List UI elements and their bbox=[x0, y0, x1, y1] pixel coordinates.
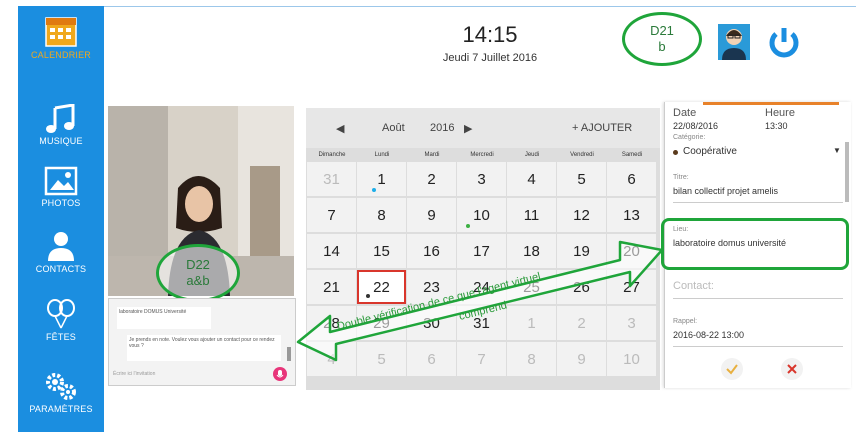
place-field[interactable]: laboratoire domus université bbox=[673, 238, 786, 248]
divider bbox=[673, 202, 843, 203]
time-label: Heure bbox=[765, 107, 795, 119]
reminder-value[interactable]: 2016-08-22 13:00 bbox=[673, 330, 744, 340]
calendar-day[interactable]: 31 bbox=[307, 162, 356, 196]
power-icon bbox=[764, 22, 804, 62]
check-icon bbox=[726, 364, 738, 375]
photo-icon bbox=[44, 166, 78, 196]
weekday-header: Dimanche bbox=[318, 152, 346, 158]
sidebar-item-photos[interactable]: PHOTOS bbox=[18, 166, 104, 208]
verification-arrow-annotation: Double vérification de ce que l'agent vi… bbox=[296, 240, 664, 362]
sidebar-item-settings[interactable]: PARAMÈTRES bbox=[18, 370, 104, 414]
annotation-d22: D22 a&b bbox=[156, 244, 240, 302]
weekday-header: Mercredi bbox=[470, 152, 494, 158]
calendar-day[interactable]: 5 bbox=[557, 162, 606, 196]
title-field[interactable]: bilan collectif projet amelis bbox=[673, 186, 778, 196]
sidebar-item-label: MUSIQUE bbox=[39, 136, 83, 146]
annotation-sublabel: b bbox=[658, 39, 666, 54]
sidebar-item-calendar[interactable]: CALENDRIER bbox=[18, 14, 104, 60]
panel-scrollbar[interactable] bbox=[845, 142, 849, 202]
calendar-day[interactable]: 1 bbox=[357, 162, 406, 196]
weekday-header: Samedi bbox=[621, 152, 643, 158]
cancel-button[interactable] bbox=[781, 358, 803, 380]
place-label: Lieu: bbox=[673, 226, 689, 233]
avatar-icon bbox=[722, 29, 746, 60]
microphone-button[interactable] bbox=[273, 367, 287, 381]
chat-panel: laboratoire DOMUS Université Je prends e… bbox=[108, 298, 296, 386]
date-value[interactable]: 22/08/2016 bbox=[673, 121, 718, 131]
calendar-year: 2016 bbox=[430, 122, 455, 134]
weekday-header: Jeudi bbox=[524, 152, 540, 158]
agent-message: laboratoire DOMUS Université bbox=[117, 307, 211, 329]
event-details-panel: Date Heure 22/08/2016 13:30 Catégorie: C… bbox=[661, 102, 851, 388]
close-icon bbox=[787, 364, 797, 374]
balloons-icon bbox=[47, 299, 75, 329]
power-button[interactable] bbox=[764, 22, 804, 62]
calendar-day[interactable]: 3 bbox=[457, 162, 506, 196]
sidebar-item-contacts[interactable]: CONTACTS bbox=[18, 230, 104, 274]
annotation-d21: D21 b bbox=[622, 12, 702, 66]
divider bbox=[673, 298, 843, 299]
time-value[interactable]: 13:30 bbox=[765, 121, 788, 131]
calendar-day[interactable]: 4 bbox=[507, 162, 556, 196]
title-label: Titre: bbox=[673, 174, 689, 181]
annotation-label: D22 bbox=[186, 257, 210, 272]
sidebar-item-label: PHOTOS bbox=[41, 198, 81, 208]
user-avatar[interactable] bbox=[718, 24, 750, 60]
weekday-header: Mardi bbox=[424, 152, 440, 158]
sidebar-item-label: PARAMÈTRES bbox=[29, 404, 93, 414]
annotation-sublabel: a&b bbox=[186, 273, 210, 288]
annotation-label: D21 bbox=[650, 23, 674, 38]
user-message: Je prends en note. Voulez vous ajouter u… bbox=[127, 335, 281, 361]
contact-field[interactable]: Contact: bbox=[673, 280, 714, 292]
sidebar-item-music[interactable]: MUSIQUE bbox=[18, 104, 104, 146]
date-label: Date bbox=[673, 107, 697, 119]
calendar-day[interactable]: 6 bbox=[607, 162, 656, 196]
next-month-button[interactable]: ▶ bbox=[464, 122, 472, 135]
gears-icon bbox=[46, 373, 76, 400]
music-note-icon bbox=[46, 104, 75, 133]
sidebar-item-parties[interactable]: FÊTES bbox=[18, 298, 104, 342]
person-icon bbox=[48, 232, 74, 261]
category-label: Catégorie: bbox=[673, 134, 706, 141]
chat-input[interactable]: Écrire ici l'invitation bbox=[113, 371, 273, 381]
prev-month-button[interactable]: ◀ bbox=[336, 122, 344, 135]
clock-date: Jeudi 7 Juillet 2016 bbox=[442, 52, 538, 64]
category-color-dot bbox=[673, 150, 678, 155]
confirm-button[interactable] bbox=[721, 358, 743, 380]
calendar-header: ◀ Août 2016 ▶ + AJOUTER bbox=[306, 108, 660, 148]
weekday-header: Lundi bbox=[374, 152, 390, 158]
calendar-month: Août bbox=[382, 122, 405, 134]
divider bbox=[673, 346, 843, 347]
weekday-header: Vendredi bbox=[570, 152, 594, 158]
sidebar-item-label: CALENDRIER bbox=[30, 50, 91, 60]
clock-time: 14:15 bbox=[462, 22, 518, 47]
sidebar-item-label: FÊTES bbox=[45, 332, 76, 342]
double-arrow-icon bbox=[296, 240, 664, 362]
category-value: Coopérative bbox=[683, 146, 737, 157]
event-dot bbox=[372, 188, 376, 192]
calendar-icon bbox=[45, 17, 77, 47]
header-divider bbox=[104, 6, 856, 7]
sidebar-item-label: CONTACTS bbox=[35, 264, 87, 274]
chevron-down-icon: ▼ bbox=[833, 146, 841, 155]
calendar-day[interactable]: 2 bbox=[407, 162, 456, 196]
panel-accent-bar bbox=[703, 102, 839, 105]
category-select[interactable]: Coopérative ▼ bbox=[673, 146, 843, 160]
sidebar: CALENDRIER MUSIQUE PHOTOS CONTACTS FÊTES… bbox=[18, 6, 104, 432]
add-event-button[interactable]: + AJOUTER bbox=[572, 122, 632, 134]
microphone-icon bbox=[276, 370, 284, 378]
reminder-label: Rappel: bbox=[673, 318, 698, 325]
